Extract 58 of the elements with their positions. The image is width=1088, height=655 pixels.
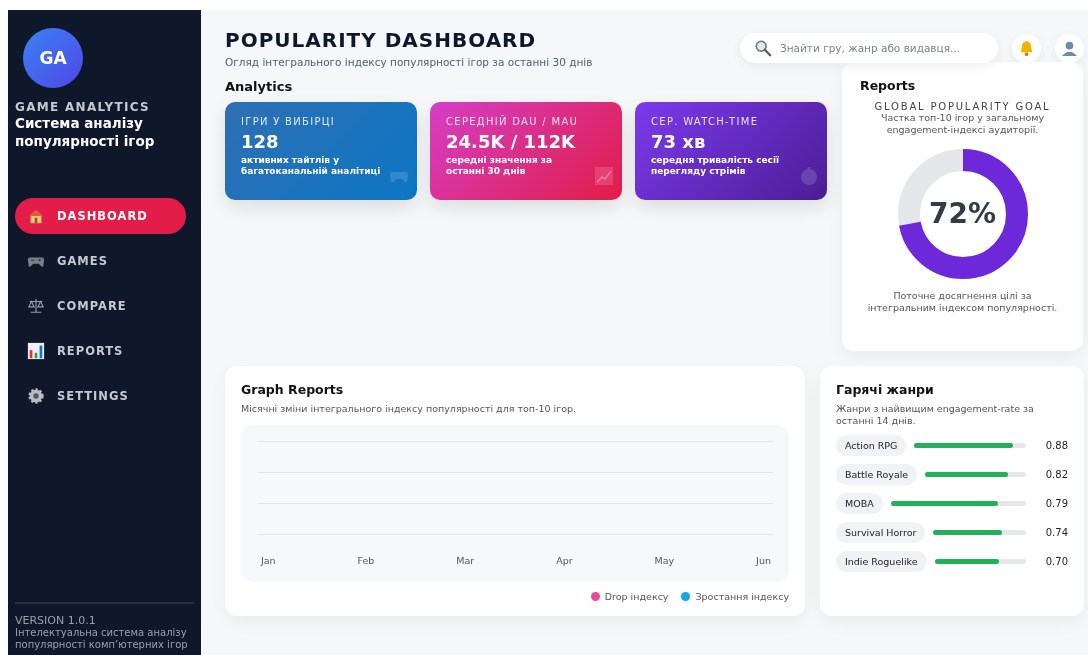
goal-title: GLOBAL POPULARITY GOAL (873, 101, 1052, 112)
genre-score: 0.82 (1044, 469, 1068, 480)
genre-chip: Indie Roguelike (836, 551, 927, 572)
stat-label: СЕР. WATCH-TIME (651, 116, 760, 127)
genre-chip: MOBA (836, 493, 883, 514)
stat-note: середні значення за останні 30 днів (446, 155, 554, 177)
card-title: Graph Reports (241, 382, 345, 397)
nav-item[interactable]: REPORTS (15, 333, 186, 369)
genre-score: 0.74 (1044, 527, 1068, 538)
card-subtitle: Жанри з найвищим engagement-rate за останні 14 днів. (836, 403, 1035, 427)
page-title: POPULARITY DASHBOARD (225, 28, 538, 52)
gear-icon (27, 387, 45, 405)
genre-score: 0.88 (1044, 440, 1068, 451)
axis-label: Apr (556, 555, 573, 566)
app-subtitle: Система аналізу популярності ігор (15, 114, 156, 150)
search-field[interactable]: Знайти гру, жанр або видавця... (740, 33, 998, 63)
notifications-button[interactable] (1012, 33, 1041, 63)
house-icon (27, 207, 45, 225)
genre-chip: Action RPG (836, 435, 907, 456)
axis-label: May (654, 555, 675, 566)
nav-item[interactable]: DASHBOARD (15, 198, 186, 234)
footer-text: Інтелектуальна система аналізу популярності комп’ютерних ігор (15, 627, 189, 651)
nav-item[interactable]: COMPARE (15, 288, 186, 324)
stat-value: 128 (241, 131, 280, 152)
genre-chip: Survival Horror (836, 522, 926, 543)
nav-item[interactable]: GAMES (15, 243, 186, 279)
axis-label: Jan (261, 555, 276, 566)
goal-description: Частка топ-10 ігор у загальному engagement-індексі аудиторії. (879, 112, 1046, 136)
genre-score: 0.70 (1044, 556, 1068, 567)
trend-chart-icon (594, 166, 614, 186)
axis-label: Mar (456, 555, 475, 566)
bar-chart-icon (27, 342, 45, 360)
goal-caption: Поточне досягнення цілі за інтегральним індексом популярності. (866, 290, 1059, 314)
card-title: Гарячі жанри (836, 382, 935, 397)
stopwatch-icon (799, 166, 819, 186)
card-title: Reports (860, 78, 917, 93)
stat-label: ІГРИ У ВИБІРЦІ (241, 116, 337, 127)
stat-note: середня тривалість сесії перегляду стрімів (651, 155, 781, 177)
stat-value: 73 хв (651, 131, 707, 152)
stat-value: 24.5K / 112K (446, 131, 576, 152)
profile-button[interactable] (1055, 33, 1084, 63)
scales-icon (27, 297, 45, 315)
legend-label: Зростання індексу (695, 591, 789, 602)
logo-avatar: GA (23, 28, 83, 88)
section-title: Analytics (225, 79, 294, 94)
goal-percentage: 72% (929, 200, 996, 228)
stat-note: активних тайтлів у багатоканальній аналітиці (241, 155, 382, 177)
page-subtitle: Огляд інтегрального індексу популярності ігор за останні 30 днів (225, 56, 593, 68)
nav-item[interactable]: SETTINGS (15, 378, 186, 414)
version-label: VERSION 1.0.1 (15, 614, 97, 627)
axis-label: Feb (357, 555, 375, 566)
axis-label: Jun (756, 555, 771, 566)
genre-chip: Battle Royale (836, 464, 918, 485)
card-subtitle: Місячні зміни інтегрального індексу популярності для топ-10 ігор. (241, 403, 578, 415)
brand-name: GAME ANALYTICS (15, 100, 152, 114)
legend-label: Drop індексу (604, 591, 669, 602)
genre-score: 0.79 (1044, 498, 1068, 509)
stat-label: СЕРЕДНІЙ DAU / MAU (446, 116, 580, 127)
